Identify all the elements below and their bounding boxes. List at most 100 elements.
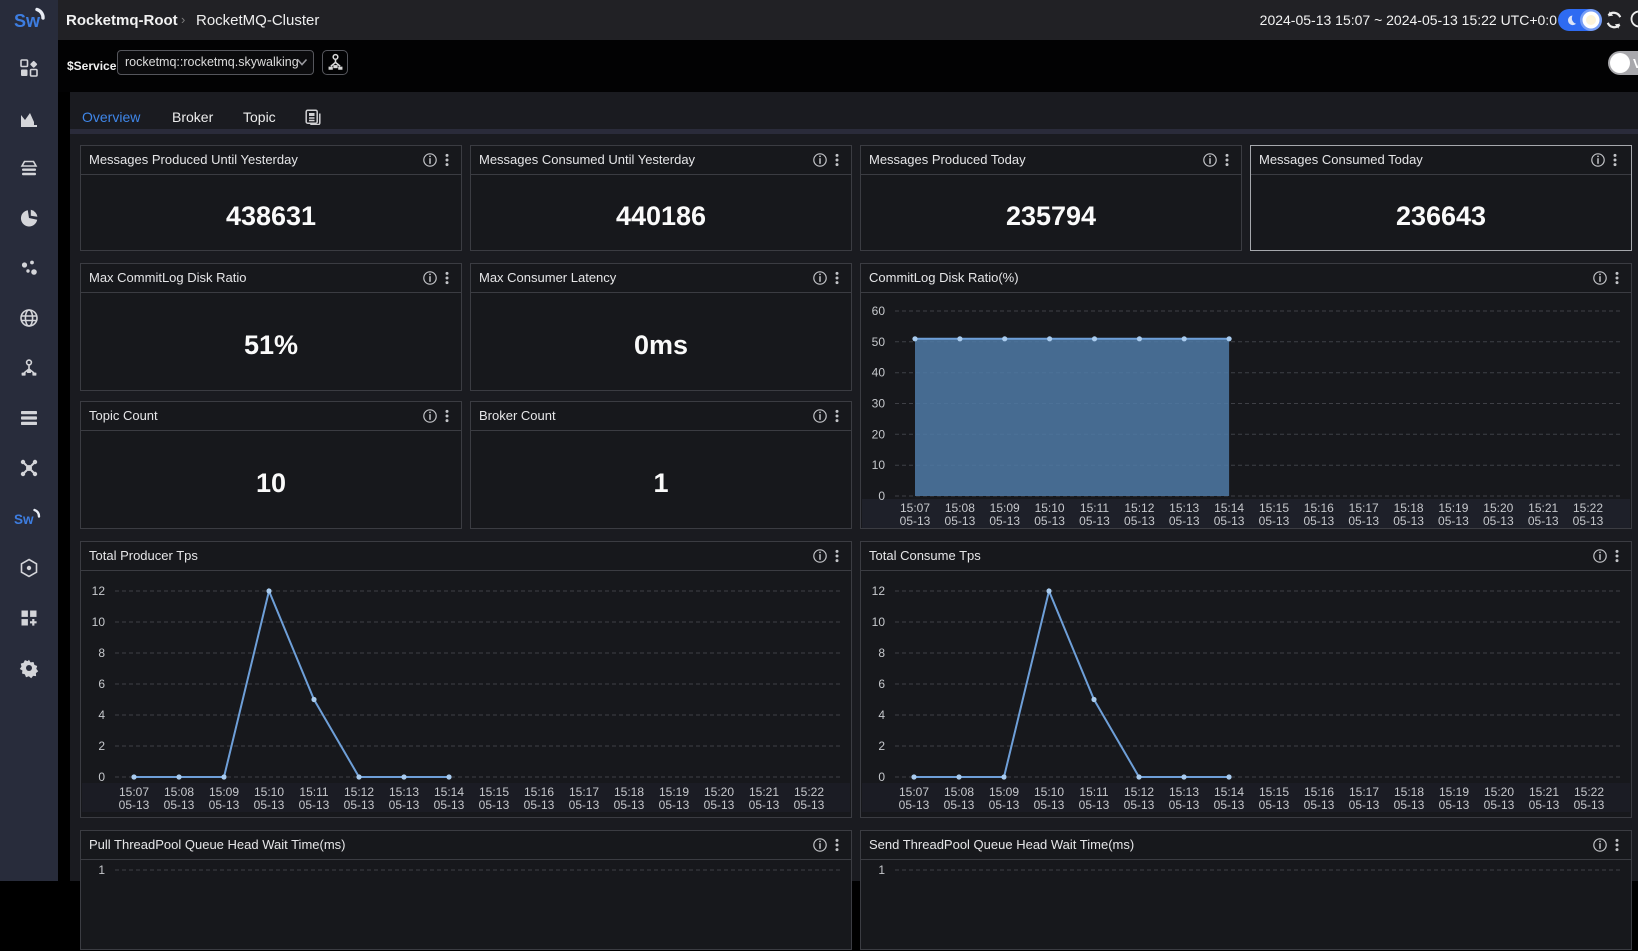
svg-text:15:16: 15:16 [1304,785,1334,799]
svg-text:15:10: 15:10 [1035,501,1065,515]
svg-text:05-13: 05-13 [1169,798,1200,812]
svg-text:05-13: 05-13 [119,798,150,812]
svg-text:Sw: Sw [14,512,34,527]
svg-text:15:13: 15:13 [1169,785,1199,799]
svg-text:05-13: 05-13 [164,798,195,812]
svg-text:15:13: 15:13 [1169,501,1199,515]
svg-text:2: 2 [878,739,885,753]
svg-text:05-13: 05-13 [1124,514,1155,528]
svg-text:15:11: 15:11 [1080,501,1109,515]
svg-text:05-13: 05-13 [900,514,931,528]
svg-text:05-13: 05-13 [1528,514,1559,528]
svg-text:0: 0 [878,489,885,503]
svg-text:05-13: 05-13 [945,514,976,528]
svg-text:6: 6 [98,677,105,691]
svg-text:60: 60 [872,304,886,318]
svg-text:05-13: 05-13 [1079,514,1110,528]
svg-text:15:14: 15:14 [1214,785,1244,799]
svg-text:Sw: Sw [14,11,41,31]
svg-text:05-13: 05-13 [1304,798,1335,812]
svg-text:05-13: 05-13 [1349,798,1380,812]
svg-text:15:11: 15:11 [299,785,328,799]
svg-text:15:13: 15:13 [389,785,419,799]
svg-text:V: V [1633,56,1638,71]
svg-text:15:16: 15:16 [524,785,554,799]
svg-text:8: 8 [98,646,105,660]
svg-text:15:10: 15:10 [1034,785,1064,799]
svg-text:15:20: 15:20 [704,785,734,799]
svg-text:15:12: 15:12 [1124,785,1154,799]
svg-text:50: 50 [872,335,886,349]
svg-text:05-13: 05-13 [1124,798,1155,812]
svg-text:15:21: 15:21 [1529,785,1559,799]
svg-text:05-13: 05-13 [1034,798,1065,812]
svg-text:05-13: 05-13 [1438,514,1469,528]
svg-text:05-13: 05-13 [794,798,825,812]
svg-text:05-13: 05-13 [299,798,330,812]
svg-text:05-13: 05-13 [1394,798,1425,812]
svg-text:2: 2 [98,739,105,753]
svg-text:05-13: 05-13 [389,798,420,812]
svg-text:15:22: 15:22 [1573,501,1603,515]
svg-text:12: 12 [872,584,886,598]
svg-text:15:20: 15:20 [1483,501,1513,515]
svg-text:05-13: 05-13 [1034,514,1065,528]
svg-text:05-13: 05-13 [434,798,465,812]
svg-text:05-13: 05-13 [614,798,645,812]
svg-text:05-13: 05-13 [479,798,510,812]
svg-text:15:15: 15:15 [1259,501,1289,515]
svg-text:15:17: 15:17 [1349,501,1379,515]
svg-text:15:15: 15:15 [479,785,509,799]
svg-text:15:17: 15:17 [569,785,599,799]
svg-text:05-13: 05-13 [569,798,600,812]
svg-text:6: 6 [878,677,885,691]
svg-text:1: 1 [878,863,885,877]
svg-text:15:18: 15:18 [1394,785,1424,799]
svg-text:0: 0 [878,770,885,784]
svg-text:05-13: 05-13 [1439,798,1470,812]
svg-text:20: 20 [872,427,886,441]
svg-text:15:17: 15:17 [1349,785,1379,799]
svg-text:05-13: 05-13 [704,798,735,812]
svg-text:05-13: 05-13 [1573,514,1604,528]
svg-text:10: 10 [92,615,106,629]
svg-text:30: 30 [872,397,886,411]
svg-text:15:08: 15:08 [164,785,194,799]
svg-text:40: 40 [872,366,886,380]
svg-text:15:19: 15:19 [1439,785,1469,799]
svg-text:05-13: 05-13 [1259,798,1290,812]
svg-text:05-13: 05-13 [989,798,1020,812]
svg-text:15:18: 15:18 [1394,501,1424,515]
svg-text:0: 0 [98,770,105,784]
svg-text:15:07: 15:07 [899,785,929,799]
svg-text:15:14: 15:14 [1214,501,1244,515]
svg-text:15:07: 15:07 [900,501,930,515]
svg-text:4: 4 [878,708,885,722]
svg-text:15:12: 15:12 [1124,501,1154,515]
svg-text:05-13: 05-13 [254,798,285,812]
svg-text:05-13: 05-13 [899,798,930,812]
svg-text:15:16: 15:16 [1304,501,1334,515]
svg-text:15:09: 15:09 [990,501,1020,515]
svg-text:05-13: 05-13 [1393,514,1424,528]
svg-text:05-13: 05-13 [1214,514,1245,528]
svg-text:15:20: 15:20 [1484,785,1514,799]
svg-text:05-13: 05-13 [1259,514,1290,528]
svg-text:15:19: 15:19 [659,785,689,799]
svg-text:1: 1 [98,863,105,877]
svg-text:05-13: 05-13 [944,798,975,812]
svg-text:15:09: 15:09 [989,785,1019,799]
svg-text:15:12: 15:12 [344,785,374,799]
svg-text:15:11: 15:11 [1079,785,1108,799]
svg-text:05-13: 05-13 [1079,798,1110,812]
svg-text:10: 10 [872,458,886,472]
svg-text:15:19: 15:19 [1438,501,1468,515]
svg-text:05-13: 05-13 [1529,798,1560,812]
svg-text:05-13: 05-13 [524,798,555,812]
svg-text:05-13: 05-13 [989,514,1020,528]
svg-text:15:21: 15:21 [1528,501,1558,515]
svg-text:15:09: 15:09 [209,785,239,799]
svg-text:15:18: 15:18 [614,785,644,799]
svg-text:05-13: 05-13 [1574,798,1605,812]
svg-text:4: 4 [98,708,105,722]
